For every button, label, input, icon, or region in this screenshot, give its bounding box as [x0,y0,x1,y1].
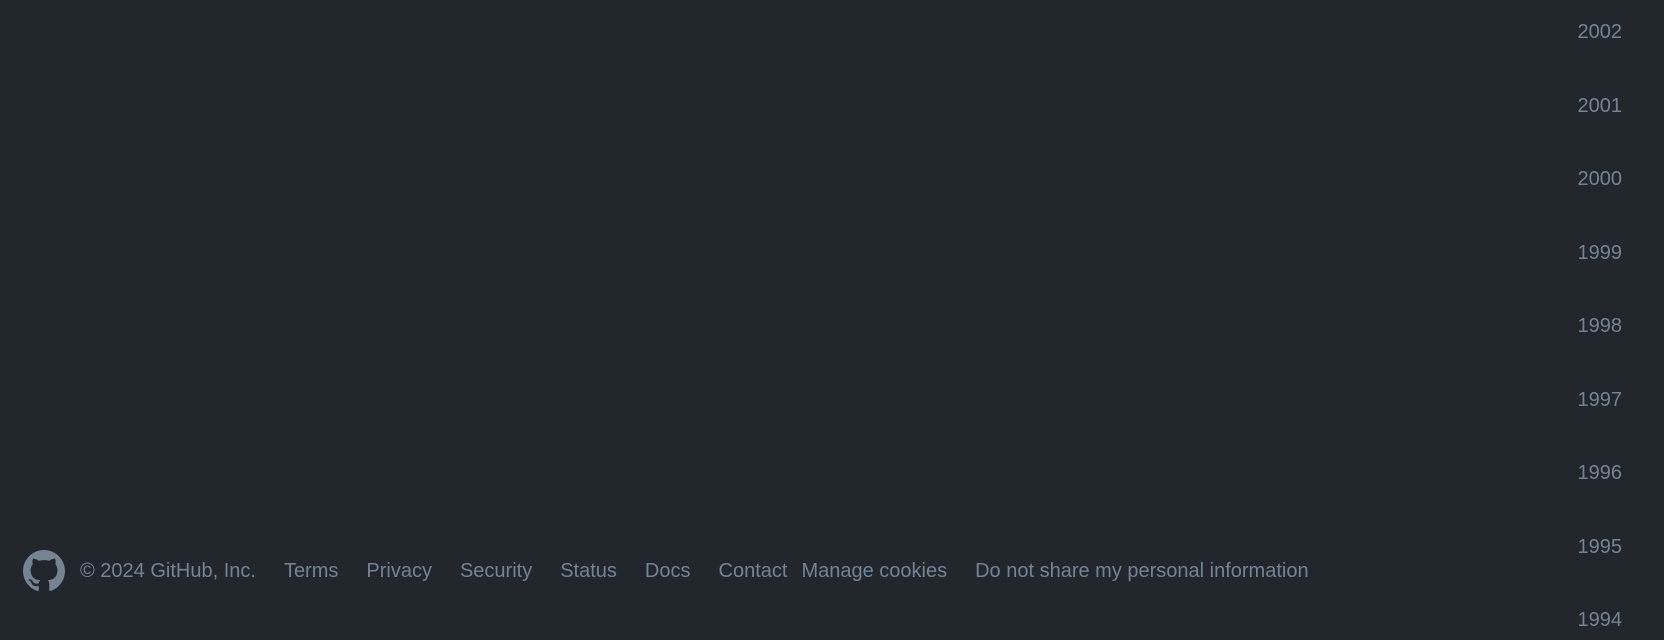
year-link-1998[interactable]: 1998 [1578,314,1623,338]
year-link-2002[interactable]: 2002 [1578,20,1623,44]
footer-link-terms[interactable]: Terms [284,560,338,583]
footer-link-status[interactable]: Status [560,560,617,583]
footer-links: Terms Privacy Security Status Docs Conta… [284,560,1309,583]
year-list: 2002 2001 2000 1999 1998 1997 1996 1995 … [1514,0,1664,640]
page: 2002 2001 2000 1999 1998 1997 1996 1995 … [0,0,1664,640]
site-footer: © 2024 GitHub, Inc. Terms Privacy Securi… [22,549,1309,593]
copyright-text: © 2024 GitHub, Inc. [80,559,256,582]
year-link-1999[interactable]: 1999 [1578,241,1623,265]
footer-link-manage-cookies[interactable]: Manage cookies [801,560,947,583]
year-link-1994[interactable]: 1994 [1578,608,1623,632]
year-link-2001[interactable]: 2001 [1578,94,1623,118]
year-link-1995[interactable]: 1995 [1578,535,1623,559]
footer-link-do-not-share[interactable]: Do not share my personal information [975,560,1309,583]
footer-link-security[interactable]: Security [460,560,532,583]
year-link-2000[interactable]: 2000 [1578,167,1623,191]
footer-link-contact[interactable]: Contact [719,560,788,583]
year-link-1997[interactable]: 1997 [1578,388,1623,412]
footer-link-privacy[interactable]: Privacy [366,560,432,583]
footer-link-docs[interactable]: Docs [645,560,691,583]
year-link-1996[interactable]: 1996 [1578,461,1623,485]
github-mark-icon[interactable] [22,549,66,593]
